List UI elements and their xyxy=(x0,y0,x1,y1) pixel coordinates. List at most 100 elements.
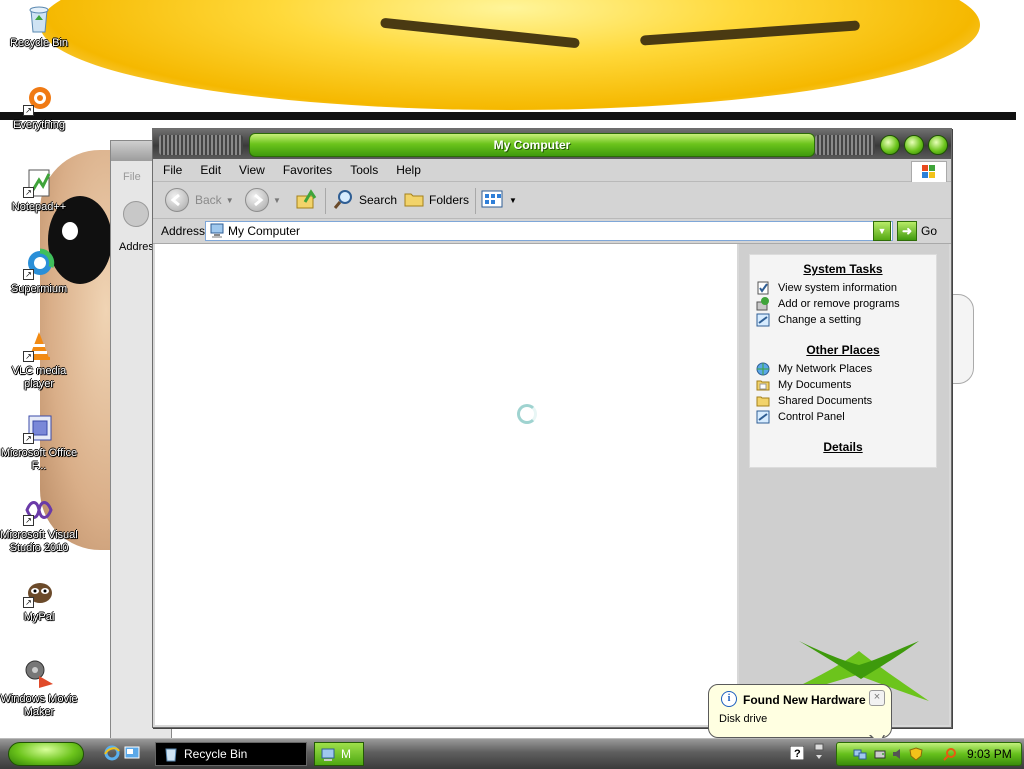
menu-view[interactable]: View xyxy=(229,159,273,177)
taskbar-button-recycle-bin[interactable]: Recycle Bin xyxy=(155,742,307,766)
desktop-icon-label: Recycle Bin xyxy=(9,37,69,49)
desktop-icon-microsoft-office[interactable]: ↗ Microsoft Office F... xyxy=(0,412,78,473)
folders-button[interactable]: Folders xyxy=(403,188,469,212)
back-arrow-icon xyxy=(165,188,189,212)
internet-explorer-icon[interactable] xyxy=(104,745,120,761)
taskbar-button-label: Recycle Bin xyxy=(184,747,248,761)
help-icon[interactable]: ? xyxy=(789,745,806,762)
chevron-down-icon[interactable]: ▼ xyxy=(226,196,234,205)
desktop-icon-recycle-bin[interactable]: Recycle Bin xyxy=(0,2,78,50)
system-tasks-heading[interactable]: System Tasks xyxy=(750,262,936,276)
task-add-remove-programs[interactable]: Add or remove programs xyxy=(750,296,936,312)
address-value: My Computer xyxy=(228,224,301,238)
show-desktop-icon[interactable] xyxy=(124,745,140,761)
back-button[interactable]: Back ▼ xyxy=(165,188,234,212)
desktop-icon-label: Notepad++ xyxy=(11,201,67,213)
my-computer-window[interactable]: My Computer File Edit View Favorites Tools He… xyxy=(152,128,952,728)
minimize-button[interactable] xyxy=(880,135,900,155)
other-places-heading[interactable]: Other Places xyxy=(750,343,936,357)
add-remove-programs-icon xyxy=(756,297,770,311)
security-shield-icon[interactable] xyxy=(909,747,923,761)
address-dropdown-button[interactable]: ▼ xyxy=(873,221,891,241)
control-panel-icon xyxy=(756,410,770,424)
place-control-panel[interactable]: Control Panel xyxy=(750,409,936,425)
system-tray: 9:03 PM xyxy=(836,742,1022,766)
computer-icon xyxy=(321,747,335,769)
task-pane-panel: System Tasks View system information Add… xyxy=(749,254,937,468)
go-button-label[interactable]: Go xyxy=(921,224,937,238)
shortcut-arrow-icon: ↗ xyxy=(23,269,34,280)
place-my-documents[interactable]: My Documents xyxy=(750,377,936,393)
address-input[interactable]: My Computer xyxy=(205,221,893,241)
desktop-icon-notepad-plus-plus[interactable]: ↗ Notepad++ xyxy=(0,166,78,214)
place-label: Control Panel xyxy=(778,411,845,423)
close-button[interactable] xyxy=(928,135,948,155)
standard-toolbar: Back ▼ ▼ Search Folders ▼ xyxy=(153,182,951,219)
task-label: Change a setting xyxy=(778,314,862,326)
network-places-icon xyxy=(756,362,770,376)
system-info-icon xyxy=(756,281,770,295)
desktop-icon-label: MyPal xyxy=(23,611,55,623)
start-button[interactable] xyxy=(8,742,84,766)
menu-favorites[interactable]: Favorites xyxy=(273,159,340,177)
place-shared-documents[interactable]: Shared Documents xyxy=(750,393,936,409)
shortcut-arrow-icon: ↗ xyxy=(23,433,34,444)
menu-file[interactable]: File xyxy=(153,159,190,177)
loading-spinner-icon xyxy=(517,404,537,424)
wallpaper-eye-highlight xyxy=(62,222,78,240)
up-folder-icon xyxy=(295,188,317,213)
place-my-network-places[interactable]: My Network Places xyxy=(750,361,936,377)
hardware-icon[interactable] xyxy=(873,747,887,761)
windows-logo-icon xyxy=(911,161,947,183)
task-label: Add or remove programs xyxy=(778,298,900,310)
forward-button[interactable]: ▼ xyxy=(245,188,281,212)
file-list-area[interactable] xyxy=(155,244,737,725)
task-change-a-setting[interactable]: Change a setting xyxy=(750,312,936,328)
control-panel-icon xyxy=(756,313,770,327)
desktop-icon-movie-maker[interactable]: Windows Movie Maker xyxy=(0,658,78,719)
menu-help[interactable]: Help xyxy=(386,159,429,177)
system-clock[interactable]: 9:03 PM xyxy=(967,743,1012,765)
back-arrow-icon[interactable] xyxy=(123,201,149,227)
window-titlebar[interactable]: My Computer xyxy=(153,129,951,159)
notification-balloon[interactable]: i Found New Hardware Disk drive × xyxy=(708,684,892,745)
details-heading[interactable]: Details xyxy=(750,440,936,454)
shortcut-arrow-icon: ↗ xyxy=(23,351,34,362)
everything-icon: ↗ xyxy=(23,84,55,116)
info-icon: i xyxy=(721,691,737,707)
notepad-plus-plus-icon: ↗ xyxy=(23,166,55,198)
folders-icon xyxy=(403,188,425,213)
go-arrow-icon[interactable]: ➜ xyxy=(897,221,917,241)
views-button[interactable]: ▼ xyxy=(481,188,517,212)
desktop-icon-everything[interactable]: ↗ Everything xyxy=(0,84,78,132)
desktop-icon-mypal[interactable]: ↗ MyPal xyxy=(0,576,78,624)
address-bar: Address My Computer ▼ ➜ Go xyxy=(153,219,951,244)
taskbar-button-my-computer[interactable]: M xyxy=(314,742,364,766)
close-icon[interactable]: × xyxy=(869,690,885,706)
up-folder-button[interactable] xyxy=(295,188,317,212)
search-button[interactable]: Search xyxy=(333,188,397,212)
task-view-system-information[interactable]: View system information xyxy=(750,280,936,296)
chevron-down-icon[interactable]: ▼ xyxy=(273,196,281,205)
movie-maker-icon xyxy=(23,658,55,690)
desktop-icon-label: Microsoft Visual Studio 2010 xyxy=(0,529,78,554)
search-button-label: Search xyxy=(359,193,398,207)
desktop-icon-visual-studio[interactable]: ↗ Microsoft Visual Studio 2010 xyxy=(0,494,78,555)
menu-edit[interactable]: Edit xyxy=(190,159,229,177)
desktop-icon-vlc[interactable]: ↗ VLC media player xyxy=(0,330,78,391)
folder-icon xyxy=(756,394,770,408)
maximize-button[interactable] xyxy=(904,135,924,155)
volume-icon[interactable] xyxy=(891,747,905,761)
desktop-icon-label: Supermium xyxy=(10,283,68,295)
search-icon[interactable] xyxy=(943,747,957,761)
language-bar-icon[interactable] xyxy=(814,743,830,759)
desktop-icon-supermium[interactable]: ↗ Supermium xyxy=(0,248,78,296)
network-icon[interactable] xyxy=(853,747,867,761)
search-icon xyxy=(333,188,355,213)
menu-tools[interactable]: Tools xyxy=(340,159,386,177)
toolbar-separator xyxy=(475,188,476,214)
place-label: My Network Places xyxy=(778,363,873,375)
shortcut-arrow-icon: ↗ xyxy=(23,187,34,198)
computer-icon xyxy=(210,223,224,244)
desktop-icon-label: VLC media player xyxy=(11,365,67,390)
